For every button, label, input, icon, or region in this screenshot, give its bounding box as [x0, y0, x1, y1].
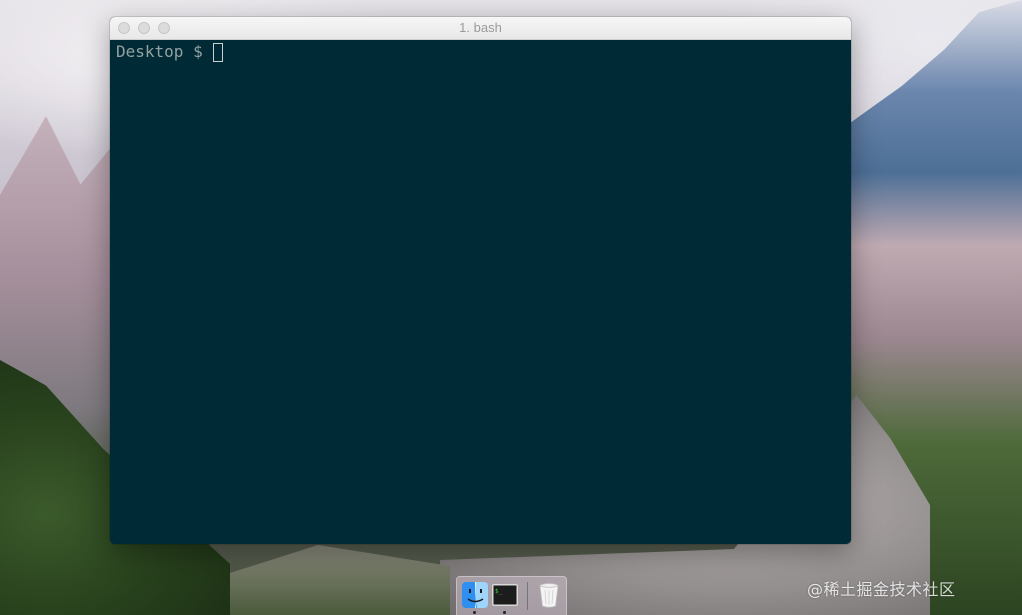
shell-prompt: Desktop $ [116, 42, 203, 61]
terminal-icon[interactable]: $_ [491, 581, 519, 609]
dock-separator [527, 582, 528, 610]
window-title: 1. bash [459, 20, 502, 35]
desktop: 1. bash Desktop $ $_ @稀土掘金技术社区 [0, 0, 1022, 615]
prompt-line: Desktop $ [116, 42, 845, 62]
svg-text:$_: $_ [495, 588, 503, 595]
terminal-running-indicator [503, 611, 506, 614]
window-title-bar[interactable]: 1. bash [110, 17, 851, 40]
terminal-content[interactable]: Desktop $ [110, 40, 851, 544]
dock: $_ [456, 576, 567, 615]
finder-running-indicator [473, 611, 476, 614]
trash-icon[interactable] [535, 581, 563, 609]
wallpaper-foliage [230, 545, 450, 615]
terminal-window[interactable]: 1. bash Desktop $ [110, 17, 851, 544]
text-cursor [212, 42, 223, 62]
finder-icon[interactable] [461, 581, 489, 609]
watermark-text: @稀土掘金技术社区 [807, 580, 956, 599]
